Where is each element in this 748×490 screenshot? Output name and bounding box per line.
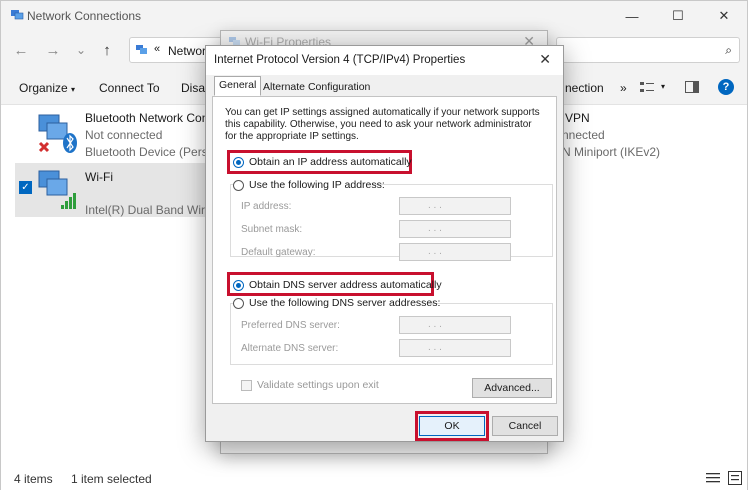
- preferred-dns-label: Preferred DNS server:: [241, 320, 340, 331]
- radio-icon: [233, 180, 244, 191]
- alternate-dns-label: Alternate DNS server:: [241, 343, 339, 354]
- details-view-icon[interactable]: [706, 472, 720, 484]
- default-gateway-field[interactable]: . . .: [399, 243, 511, 261]
- checkbox-icon: [241, 380, 252, 391]
- cancel-button[interactable]: Cancel: [492, 416, 558, 436]
- item-name: Wi-Fi: [85, 170, 113, 184]
- alternate-dns-field[interactable]: . . .: [399, 339, 511, 357]
- radio-selected-icon: [233, 157, 244, 168]
- advanced-button[interactable]: Advanced...: [472, 378, 552, 398]
- ok-button[interactable]: OK: [419, 416, 485, 436]
- tab-general[interactable]: General: [214, 76, 262, 96]
- preferred-dns-field[interactable]: . . .: [399, 316, 511, 334]
- tab-alternate-configuration[interactable]: Alternate Configuration: [258, 78, 375, 96]
- breadcrumb-overflow[interactable]: «: [154, 43, 160, 55]
- list-item[interactable]: VPN nnected N Miniport (IKEv2): [556, 105, 746, 161]
- bluetooth-network-icon: [38, 114, 77, 153]
- network-icon: [136, 45, 147, 54]
- organize-button[interactable]: Organize ▾: [19, 81, 75, 95]
- subnet-mask-field[interactable]: . . .: [399, 220, 511, 238]
- recent-locations-chevron-icon[interactable]: ⌄: [71, 40, 91, 60]
- help-icon[interactable]: ?: [718, 79, 734, 95]
- up-button[interactable]: ↑: [97, 40, 117, 60]
- title-bar: Network Connections — ☐ ✕: [1, 1, 747, 31]
- use-following-dns-radio[interactable]: Use the following DNS server addresses:: [233, 297, 440, 309]
- item-name: Bluetooth Network Conne: [85, 111, 222, 125]
- description-text: You can get IP settings assigned automat…: [225, 107, 540, 142]
- list-item[interactable]: Wi-Fi Intel(R) Dual Band Wireles: [1, 163, 227, 219]
- back-button[interactable]: ←: [11, 40, 31, 60]
- window-controls: — ☐ ✕: [609, 1, 747, 31]
- connect-to-button[interactable]: Connect To: [99, 81, 160, 95]
- item-name: VPN: [565, 111, 590, 125]
- tiles-view-icon[interactable]: [728, 471, 742, 485]
- window-title: Network Connections: [27, 9, 142, 23]
- connection-command[interactable]: nection: [565, 81, 604, 95]
- ipv4-properties-dialog: Internet Protocol Version 4 (TCP/IPv4) P…: [205, 45, 564, 442]
- view-options-icon[interactable]: [640, 81, 654, 93]
- maximize-button[interactable]: ☐: [655, 1, 701, 31]
- radio-icon: [233, 298, 244, 309]
- general-panel: You can get IP settings assigned automat…: [212, 96, 557, 404]
- list-item[interactable]: Bluetooth Network Conne Not connected Bl…: [1, 105, 228, 161]
- default-gateway-label: Default gateway:: [241, 247, 316, 258]
- subnet-mask-label: Subnet mask:: [241, 224, 303, 235]
- close-window-button[interactable]: ✕: [701, 1, 747, 31]
- item-status: nnected: [562, 128, 605, 142]
- status-bar: 4 items 1 item selected: [1, 465, 747, 490]
- view-dropdown-icon[interactable]: ▾: [661, 82, 665, 91]
- close-icon[interactable]: ✕: [539, 51, 551, 68]
- forward-button[interactable]: →: [43, 40, 63, 60]
- search-input[interactable]: ⌕: [556, 37, 740, 63]
- minimize-button[interactable]: —: [609, 1, 655, 31]
- chevron-down-icon: ▾: [71, 85, 76, 94]
- item-status: Not connected: [85, 128, 163, 142]
- ip-address-field[interactable]: . . .: [399, 197, 511, 215]
- selection-count: 1 item selected: [71, 472, 152, 486]
- search-icon: ⌕: [725, 43, 732, 57]
- preview-pane-icon[interactable]: [685, 81, 699, 93]
- dialog-title-bar: Internet Protocol Version 4 (TCP/IPv4) P…: [206, 46, 563, 75]
- ip-address-label: IP address:: [241, 201, 292, 212]
- wifi-adapter-icon: [38, 170, 76, 209]
- use-following-ip-radio[interactable]: Use the following IP address:: [233, 179, 385, 191]
- dialog-title: Internet Protocol Version 4 (TCP/IPv4) P…: [214, 54, 466, 66]
- more-commands-button[interactable]: »: [620, 81, 627, 95]
- item-count: 4 items: [14, 472, 53, 486]
- radio-selected-icon: [233, 280, 244, 291]
- network-connections-icon: [11, 10, 24, 20]
- item-device: N Miniport (IKEv2): [562, 145, 661, 159]
